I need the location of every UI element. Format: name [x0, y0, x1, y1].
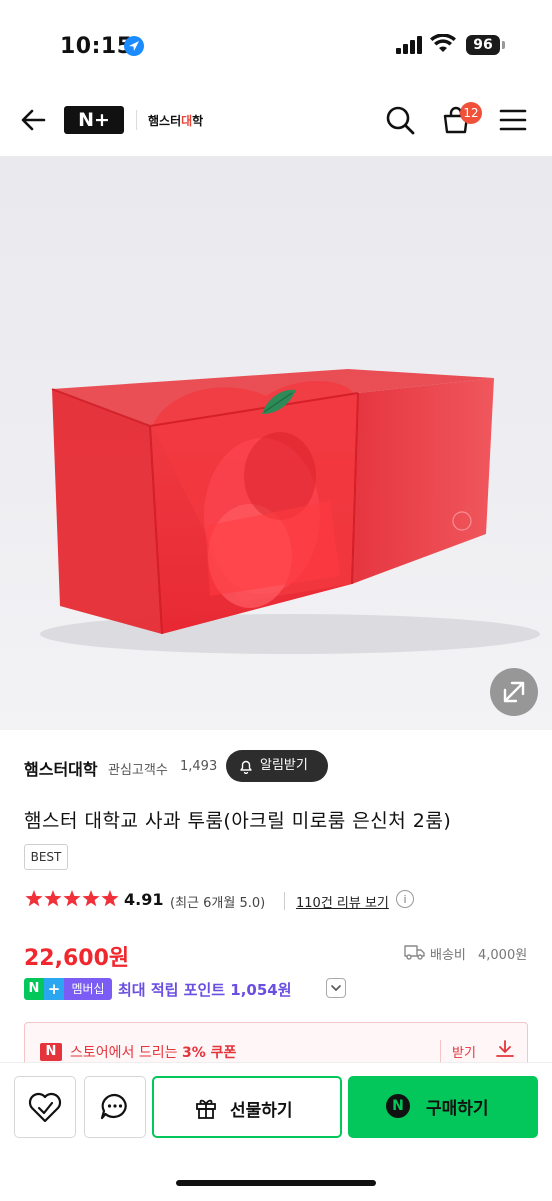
follower-count: 1,493: [180, 759, 218, 774]
buy-button-label: 구매하기: [426, 1099, 489, 1119]
star-icon: [82, 890, 100, 907]
product-image[interactable]: [0, 156, 552, 730]
coupon-divider: [440, 1040, 441, 1062]
status-time: 10:15: [60, 34, 133, 59]
chat-bubble-icon: [100, 1093, 127, 1120]
star-icon: [101, 890, 119, 907]
shipping-label: 배송비: [430, 948, 466, 963]
follower-label: 관심고객수: [108, 763, 168, 778]
buy-button[interactable]: N 구매하기: [348, 1076, 538, 1138]
talk-talk-button[interactable]: [84, 1076, 146, 1138]
membership-badge-text: 멤버십: [64, 978, 112, 1000]
star-icon: [44, 890, 62, 907]
notification-subscribe-button[interactable]: 알림받기: [226, 750, 328, 782]
naver-pay-n-icon: N: [386, 1094, 410, 1118]
bell-plus-icon: [240, 760, 252, 774]
header-divider: [136, 110, 137, 130]
best-badge: BEST: [24, 844, 68, 870]
expand-icon: [503, 681, 525, 703]
info-icon[interactable]: i: [396, 890, 414, 908]
rating-divider: [284, 892, 285, 910]
membership-badge-n: N: [24, 978, 44, 1000]
wifi-icon: [430, 34, 456, 52]
membership-badge: N + 멤버십: [24, 978, 112, 1000]
store-logo-text-a: 햄스터: [148, 114, 182, 128]
zoom-image-button[interactable]: [490, 668, 538, 716]
delivery-truck-icon: [404, 945, 425, 960]
membership-badge-plus: +: [44, 978, 64, 1000]
store-logo[interactable]: 햄스터대학: [148, 108, 210, 134]
cart-count-badge: 12: [460, 102, 482, 124]
cellular-signal-icon: [396, 36, 422, 54]
coupon-text: 스토어에서 드리는 3% 쿠폰: [70, 1042, 236, 1062]
rating-stars: [25, 890, 119, 907]
store-name[interactable]: 햄스터대학: [24, 756, 98, 780]
store-logo-text-b: 대: [181, 114, 193, 128]
search-icon[interactable]: [384, 104, 416, 136]
gift-button[interactable]: 선물하기: [152, 1076, 342, 1138]
gift-button-label: 선물하기: [230, 1101, 293, 1121]
hamburger-menu-icon[interactable]: [498, 106, 528, 134]
wishlist-button[interactable]: [14, 1076, 76, 1138]
product-title: 햄스터 대학교 사과 투룸(아크릴 미로룸 은신처 2룸): [24, 810, 452, 832]
coupon-n-logo: N: [40, 1043, 62, 1061]
back-arrow-icon[interactable]: [18, 104, 50, 136]
star-icon: [63, 890, 81, 907]
point-details-toggle[interactable]: [326, 978, 346, 998]
gift-icon: [196, 1099, 216, 1119]
product-price: 22,600원: [24, 946, 130, 971]
battery-indicator: 96: [466, 35, 500, 55]
heart-check-icon: [28, 1092, 62, 1123]
coupon-text-prefix: 스토어에서 드리는: [70, 1045, 182, 1061]
apple-acrylic-house-illustration: [40, 369, 540, 654]
alert-button-label: 알림받기: [260, 758, 308, 773]
shipping-value: 4,000원: [478, 948, 528, 963]
review-link[interactable]: 110건 리뷰 보기: [296, 892, 389, 911]
download-icon[interactable]: [494, 1038, 516, 1060]
coupon-get-label[interactable]: 받기: [452, 1042, 476, 1061]
coupon-text-bold: 3% 쿠폰: [181, 1045, 237, 1061]
star-icon: [25, 890, 43, 907]
store-logo-text-c: 학: [192, 114, 204, 128]
location-arrow-icon: [124, 36, 144, 56]
rating-recent: (최근 6개월 5.0): [170, 896, 266, 911]
home-indicator: [176, 1180, 376, 1186]
chevron-down-icon: [331, 985, 341, 991]
max-point-text: 최대 적립 포인트 1,054원: [118, 981, 292, 999]
naver-plus-logo[interactable]: N+: [64, 106, 124, 134]
rating-value: 4.91: [124, 890, 164, 909]
battery-tip: [502, 41, 505, 49]
